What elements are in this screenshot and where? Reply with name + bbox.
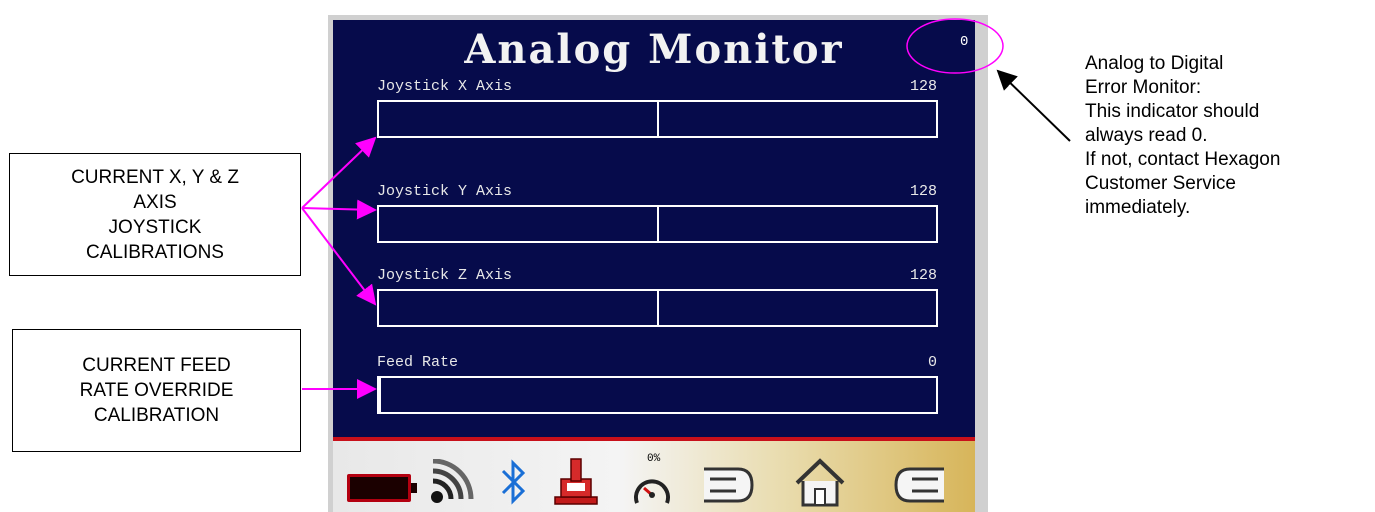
wifi-icon [429,459,477,505]
back-icon[interactable] [698,461,758,509]
z-axis-value: 128 [909,267,937,284]
y-axis-bar-marker [657,207,659,241]
feed-rate-label: Feed Rate [377,354,459,371]
z-axis-bar-marker [657,291,659,325]
speedometer-icon[interactable] [631,471,673,509]
z-axis-bar [377,289,938,327]
speed-percent: 0% [647,453,661,465]
error-monitor-note: Analog to Digital Error Monitor: This in… [1085,53,1281,218]
feed-rate-value: 0 [927,354,937,371]
error-counter: 0 [960,34,969,50]
x-axis-bar [377,100,938,138]
axes-calibration-callout: CURRENT X, Y & Z AXIS JOYSTICK CALIBRATI… [9,153,301,276]
x-axis-value: 128 [909,78,937,95]
y-axis-label: Joystick Y Axis [377,183,513,200]
page-title: Analog Monitor [464,26,844,73]
y-axis-bar [377,205,938,243]
feed-rate-bar [377,376,938,414]
forward-icon[interactable] [888,461,950,509]
x-axis-bar-marker [657,102,659,136]
y-axis-value: 128 [909,183,937,200]
robot-arm-icon[interactable] [551,455,601,507]
z-axis-label: Joystick Z Axis [377,267,513,284]
feed-rate-callout: CURRENT FEED RATE OVERRIDE CALIBRATION [12,329,301,452]
bluetooth-icon[interactable] [499,457,529,507]
battery-icon [347,474,417,502]
bottom-toolbar: 0% [333,441,975,512]
x-axis-label: Joystick X Axis [377,78,513,95]
error-note-arrow [996,69,1071,142]
home-icon[interactable] [791,455,849,511]
analog-monitor-screen: Analog Monitor 0 Joystick X Axis 128 Joy… [333,20,975,450]
pendant-device: Analog Monitor 0 Joystick X Axis 128 Joy… [328,15,988,512]
feed-rate-bar-marker [379,378,381,412]
